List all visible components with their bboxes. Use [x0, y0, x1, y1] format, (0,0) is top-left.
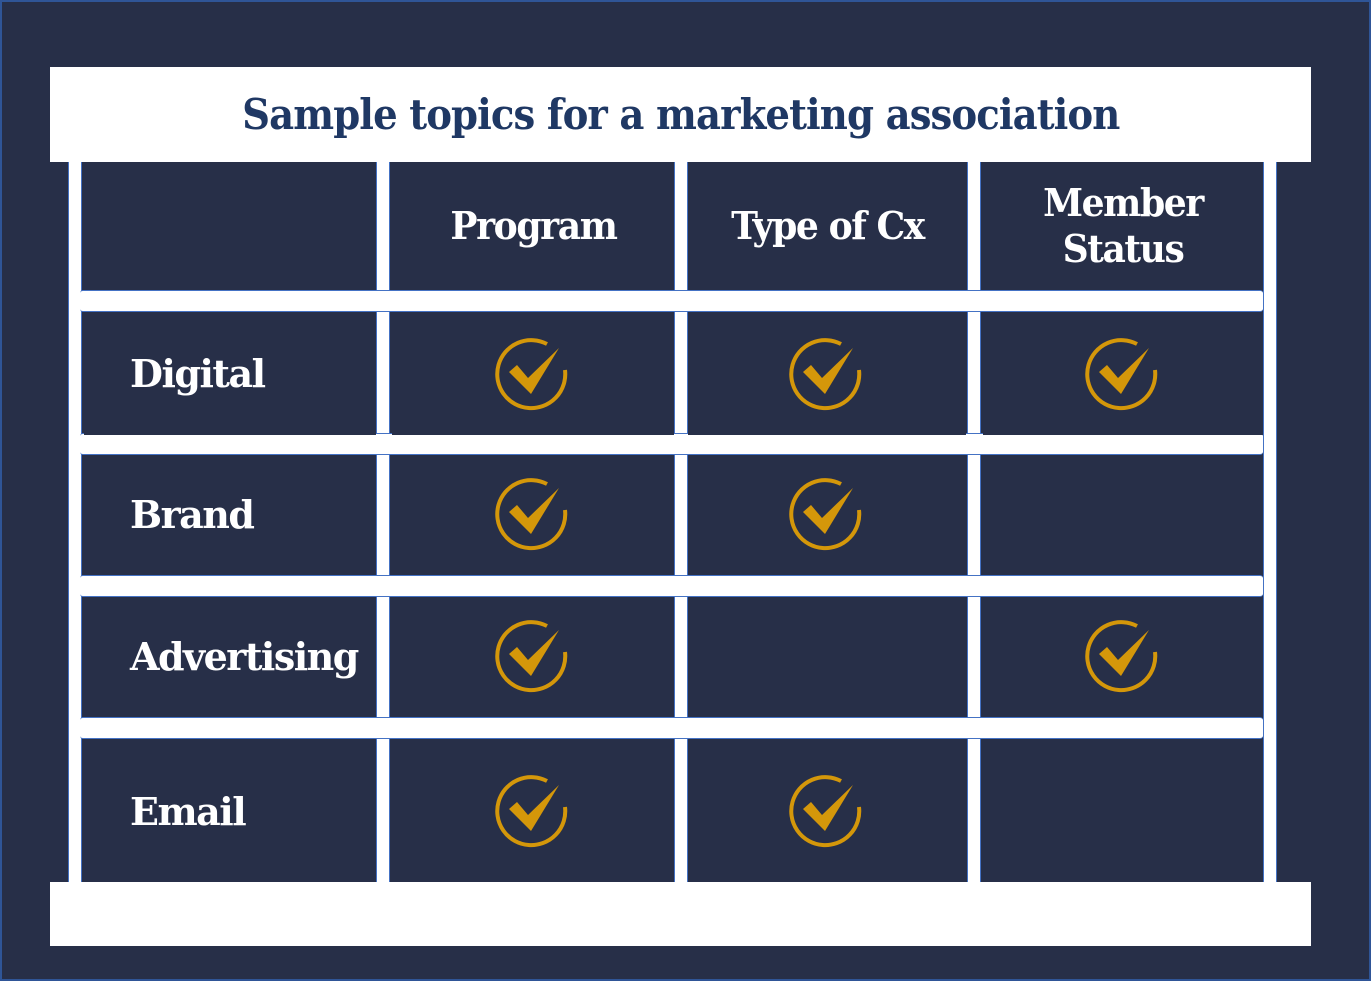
matrix-cell: [983, 455, 1263, 573]
grid-horizontal-line: [80, 433, 1263, 455]
grid-vertical-line: [1263, 162, 1277, 882]
matrix-cell: [983, 312, 1263, 435]
bottom-band: [50, 882, 1311, 946]
grid-horizontal-line: [80, 717, 1263, 739]
row-header: Brand: [84, 455, 376, 573]
row-header: Digital: [84, 312, 376, 435]
row-header: Email: [84, 740, 376, 882]
row-header-label: Advertising: [130, 633, 359, 679]
grid-horizontal-line: [80, 290, 1263, 312]
matrix-cell: [688, 597, 966, 715]
matrix-cell: [392, 597, 674, 715]
row-header-label: Brand: [130, 491, 255, 537]
header-corner-cell: [84, 162, 376, 290]
grid-vertical-line: [967, 162, 981, 882]
matrix-cell: [688, 312, 966, 435]
column-header-label: Type of Cx: [730, 203, 925, 248]
grid-vertical-line: [674, 162, 688, 882]
check-circle-icon: [495, 336, 571, 412]
check-circle-icon: [1085, 336, 1161, 412]
diagram-title: Sample topics for a marketing associatio…: [241, 90, 1120, 139]
check-circle-icon: [789, 336, 865, 412]
matrix-cell: [983, 740, 1263, 882]
grid-vertical-line: [68, 162, 82, 882]
check-circle-icon: [789, 476, 865, 552]
matrix-cell: [392, 740, 674, 882]
column-header: Member Status: [983, 162, 1263, 290]
matrix-cell: [688, 455, 966, 573]
grid-horizontal-line: [80, 575, 1263, 597]
check-circle-icon: [789, 773, 865, 849]
column-header-label: Program: [449, 203, 618, 248]
check-circle-icon: [1085, 618, 1161, 694]
grid-vertical-line: [376, 162, 390, 882]
row-header: Advertising: [84, 597, 376, 715]
check-circle-icon: [495, 476, 571, 552]
row-header-label: Digital: [130, 351, 266, 396]
row-header-label: Email: [130, 788, 247, 834]
matrix-cell: [983, 597, 1263, 715]
matrix-cell: [392, 455, 674, 573]
title-band: Sample topics for a marketing associatio…: [50, 67, 1311, 162]
check-circle-icon: [495, 618, 571, 694]
column-header-label: Member Status: [1043, 180, 1204, 271]
column-header: Program: [392, 162, 674, 290]
matrix-cell: [392, 312, 674, 435]
check-circle-icon: [495, 773, 571, 849]
column-header: Type of Cx: [688, 162, 966, 290]
matrix-cell: [688, 740, 966, 882]
